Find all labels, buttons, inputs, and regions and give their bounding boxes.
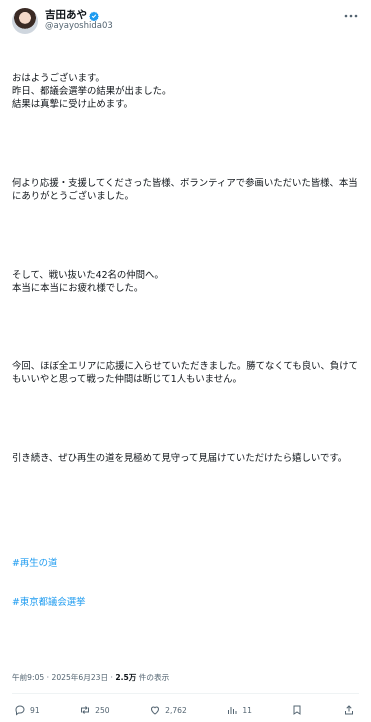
bookmark-count: 11	[242, 705, 252, 715]
post-header: 吉田あや @ayayoshida03	[12, 8, 359, 34]
bookmark-icon	[293, 705, 301, 716]
like-count: 2,762	[165, 705, 187, 715]
heart-icon	[151, 706, 160, 715]
view-count: 2.5万	[115, 673, 137, 683]
view-label: 件の表示	[136, 673, 170, 683]
post-paragraph: 引き続き、ぜひ再生の道を見極めて見守って見届けていただけたら嬉しいです。	[12, 452, 348, 464]
reply-count: 91	[30, 705, 40, 715]
name-row: 吉田あや	[45, 10, 113, 21]
repost-icon	[81, 706, 90, 715]
avatar[interactable]	[12, 8, 38, 34]
more-options-icon[interactable]	[343, 12, 359, 20]
author-names: 吉田あや @ayayoshida03	[45, 10, 113, 32]
share-icon	[344, 705, 353, 715]
hashtag-link[interactable]: #再生の道	[12, 557, 359, 570]
share-button[interactable]	[343, 704, 355, 716]
post-paragraph: 今回、ほぼ全エリアに応援に入らせていただきました。勝てなくても良い、負けてもいい…	[12, 361, 358, 386]
repost-count: 250	[95, 705, 110, 715]
views-button[interactable]: 11	[226, 704, 252, 716]
verified-badge-icon	[89, 11, 99, 21]
hashtag-list: #再生の道 #東京都議会選挙	[12, 530, 359, 635]
post-paragraph: 何より応援・支援してくださった皆様、ボランティアで参画いただいた皆様、本当にあり…	[12, 177, 358, 203]
post-paragraph: そして、戦い抜いた42名の仲間へ。 本当に本当にお疲れ様でした。	[12, 269, 164, 294]
repost-button[interactable]: 250	[79, 704, 110, 716]
action-bar: 91 250 2,762 11	[12, 698, 359, 722]
post: 吉田あや @ayayoshida03 おはようございます。 昨日、都議会選挙の結…	[0, 0, 371, 716]
bar-chart-icon	[228, 707, 237, 715]
author-display-name[interactable]: 吉田あや	[45, 10, 87, 21]
bookmark-button[interactable]	[291, 704, 303, 716]
like-button[interactable]: 2,762	[149, 704, 187, 716]
post-text: おはようございます。 昨日、都議会選挙の結果が出ました。 結果は真摯に受け止めま…	[12, 46, 359, 661]
reply-icon	[15, 705, 25, 716]
post-paragraph: おはようございます。 昨日、都議会選挙の結果が出ました。 結果は真摯に受け止めま…	[12, 73, 172, 111]
reply-button[interactable]: 91	[14, 704, 40, 716]
author-handle[interactable]: @ayayoshida03	[45, 21, 113, 32]
post-meta: 午前9:05 · 2025年6月23日 · 2.5万 件の表示	[12, 673, 359, 683]
divider	[12, 693, 359, 695]
hashtag-link[interactable]: #東京都議会選挙	[12, 596, 359, 609]
post-timestamp[interactable]: 午前9:05 · 2025年6月23日 ·	[12, 673, 115, 682]
